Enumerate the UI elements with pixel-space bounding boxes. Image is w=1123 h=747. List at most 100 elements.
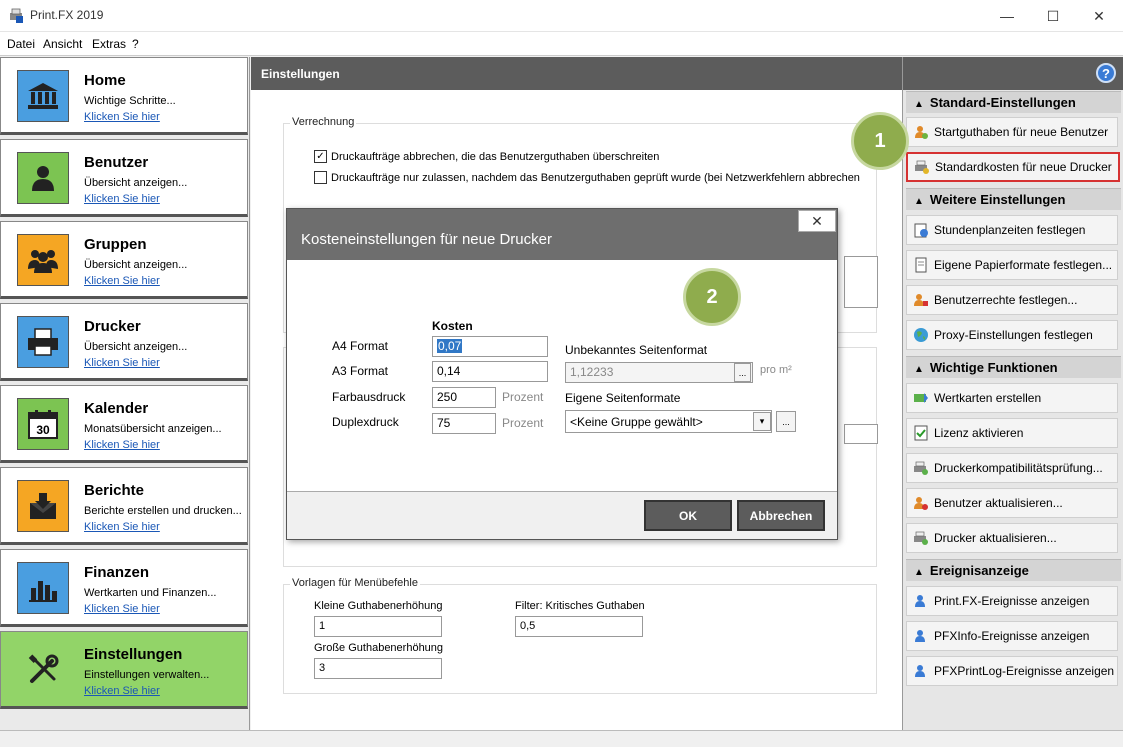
stundenplan-item[interactable]: Stundenplanzeiten festlegen	[906, 215, 1118, 245]
item-label: PFXInfo-Ereignisse anzeigen	[934, 629, 1090, 643]
menu-extras[interactable]: Extras	[92, 37, 126, 51]
proxy-item[interactable]: Proxy-Einstellungen festlegen	[906, 320, 1118, 350]
section-weitere[interactable]: ▲ Weitere Einstellungen	[906, 188, 1121, 210]
eigene-select[interactable]: <Keine Gruppe gewählt>	[565, 410, 772, 433]
unbekannt-unit: pro m²	[760, 364, 792, 376]
event-user-icon	[915, 630, 925, 642]
kompatibilitaet-item[interactable]: Druckerkompatibilitätsprüfung...	[906, 453, 1118, 483]
grosse-label: Große Guthabenerhöhung	[314, 642, 444, 654]
kosten-header: Kosten	[432, 319, 473, 333]
maximize-button[interactable]: ☐	[1030, 0, 1076, 32]
cost-settings-dialog: Kosteneinstellungen für neue Drucker ✕ K…	[286, 208, 838, 540]
chevron-up-icon: ▲	[914, 364, 924, 375]
farb-label: Farbausdruck	[332, 390, 406, 404]
menu-datei[interactable]: Datei	[7, 37, 35, 51]
drucker-aktualisieren-item[interactable]: Drucker aktualisieren...	[906, 523, 1118, 553]
nav-link[interactable]: Klicken Sie hier	[84, 603, 160, 615]
chevron-down-icon[interactable]: ▾	[753, 412, 771, 431]
section-wichtige[interactable]: ▲ Wichtige Funktionen	[906, 356, 1121, 378]
printfx-events-item[interactable]: Print.FX-Ereignisse anzeigen	[906, 586, 1118, 616]
card-icon	[914, 393, 928, 403]
event-user-icon	[915, 665, 925, 677]
chevron-up-icon: ▲	[914, 99, 924, 110]
dialog-title: Kosteneinstellungen für neue Drucker	[301, 231, 552, 248]
section-standard[interactable]: ▲ Standard-Einstellungen	[906, 91, 1121, 113]
minimize-button[interactable]: —	[984, 0, 1030, 32]
nav-link[interactable]: Klicken Sie hier	[84, 357, 160, 369]
checkbox-unchecked[interactable]	[314, 171, 327, 184]
section-ereignis[interactable]: ▲ Ereignisanzeige	[906, 559, 1121, 581]
item-label: Startguthaben für neue Benutzer	[934, 125, 1109, 139]
nav-item-finanzen[interactable]: Finanzen Wertkarten und Finanzen... Klic…	[0, 549, 248, 627]
close-window-button[interactable]: ✕	[1076, 0, 1122, 32]
item-label: Standardkosten für neue Drucker	[935, 160, 1112, 174]
filter-input[interactable]: 0,5	[515, 616, 643, 637]
chevron-up-icon: ▲	[914, 196, 924, 207]
nav-title: Einstellungen	[84, 646, 183, 663]
nav-link[interactable]: Klicken Sie hier	[84, 685, 160, 697]
menu-help[interactable]: ?	[132, 37, 139, 51]
event-user-icon	[915, 595, 925, 607]
help-icon[interactable]: ?	[1096, 63, 1116, 83]
a3-label: A3 Format	[332, 364, 389, 378]
duplex-unit: Prozent	[502, 416, 544, 430]
farb-input[interactable]: 250	[432, 387, 496, 408]
nav-item-berichte[interactable]: Berichte Berichte erstellen und drucken.…	[0, 467, 248, 545]
standardkosten-item[interactable]: Standardkosten für neue Drucker	[906, 152, 1120, 182]
printer-check-icon	[914, 461, 928, 475]
a4-input[interactable]: 0,07	[432, 336, 548, 357]
printer-coins-icon	[915, 160, 929, 174]
menu-ansicht[interactable]: Ansicht	[43, 37, 82, 51]
nav-subtitle: Wichtige Schritte...	[84, 95, 176, 107]
nav-link[interactable]: Klicken Sie hier	[84, 111, 160, 123]
kleine-guthaben-input[interactable]: 1	[314, 616, 442, 637]
benutzer-aktualisieren-item[interactable]: Benutzer aktualisieren...	[906, 488, 1118, 518]
nav-item-home[interactable]: Home Wichtige Schritte... Klicken Sie hi…	[0, 57, 248, 135]
nav-title: Kalender	[84, 400, 149, 417]
nav-item-benutzer[interactable]: Benutzer Übersicht anzeigen... Klicken S…	[0, 139, 248, 217]
section-title: Wichtige Funktionen	[929, 360, 1058, 375]
nav-link[interactable]: Klicken Sie hier	[84, 275, 160, 287]
nav-title: Benutzer	[84, 154, 149, 171]
nav-link[interactable]: Klicken Sie hier	[84, 193, 160, 205]
user-refresh-icon	[914, 497, 928, 510]
nav-link[interactable]: Klicken Sie hier	[84, 439, 160, 451]
ok-button[interactable]: OK	[644, 500, 732, 531]
hidden-field	[844, 256, 878, 308]
eigene-browse-button[interactable]: ...	[776, 411, 796, 432]
dialog-close-button[interactable]: ✕	[798, 210, 836, 232]
duplex-input[interactable]: 75	[432, 413, 496, 434]
chevron-up-icon: ▲	[914, 567, 924, 578]
nav-item-kalender[interactable]: 30 Kalender Monatsübersicht anzeigen... …	[0, 385, 248, 463]
wertkarten-item[interactable]: Wertkarten erstellen	[906, 383, 1118, 413]
nav-link[interactable]: Klicken Sie hier	[84, 521, 160, 533]
pfxinfo-events-item[interactable]: PFXInfo-Ereignisse anzeigen	[906, 621, 1118, 651]
grosse-guthaben-input[interactable]: 3	[314, 658, 442, 679]
startguthaben-item[interactable]: Startguthaben für neue Benutzer	[906, 117, 1118, 147]
svg-text:30: 30	[36, 423, 50, 437]
cancel-button[interactable]: Abbrechen	[737, 500, 825, 531]
user-icon	[17, 152, 69, 204]
nav-title: Gruppen	[84, 236, 147, 253]
nav-subtitle: Übersicht anzeigen...	[84, 259, 188, 271]
user-coins-icon	[915, 126, 928, 139]
check-row-2[interactable]: Druckaufträge nur zulassen, nachdem das …	[314, 171, 860, 184]
farb-unit: Prozent	[502, 390, 544, 404]
window-title: Print.FX 2019	[30, 8, 104, 22]
nav-item-drucker[interactable]: Drucker Übersicht anzeigen... Klicken Si…	[0, 303, 248, 381]
nav-item-gruppen[interactable]: Gruppen Übersicht anzeigen... Klicken Si…	[0, 221, 248, 299]
item-label: Benutzer aktualisieren...	[934, 496, 1063, 510]
a3-input[interactable]: 0,14	[432, 361, 548, 382]
checkbox-checked[interactable]: ✓	[314, 150, 327, 163]
unbekannt-browse-button[interactable]: ...	[734, 363, 751, 382]
papierformate-item[interactable]: Eigene Papierformate festlegen...	[906, 250, 1118, 280]
item-label: Proxy-Einstellungen festlegen	[934, 328, 1093, 342]
lizenz-item[interactable]: Lizenz aktivieren	[906, 418, 1118, 448]
app-icon	[10, 8, 23, 23]
panel-header: Einstellungen	[251, 57, 902, 90]
nav-subtitle: Berichte erstellen und drucken...	[84, 505, 242, 517]
check-row-1[interactable]: ✓ Druckaufträge abbrechen, die das Benut…	[314, 150, 659, 163]
benutzerrechte-item[interactable]: Benutzerrechte festlegen...	[906, 285, 1118, 315]
pfxprintlog-events-item[interactable]: PFXPrintLog-Ereignisse anzeigen	[906, 656, 1118, 686]
nav-item-einstellungen[interactable]: Einstellungen Einstellungen verwalten...…	[0, 631, 248, 709]
